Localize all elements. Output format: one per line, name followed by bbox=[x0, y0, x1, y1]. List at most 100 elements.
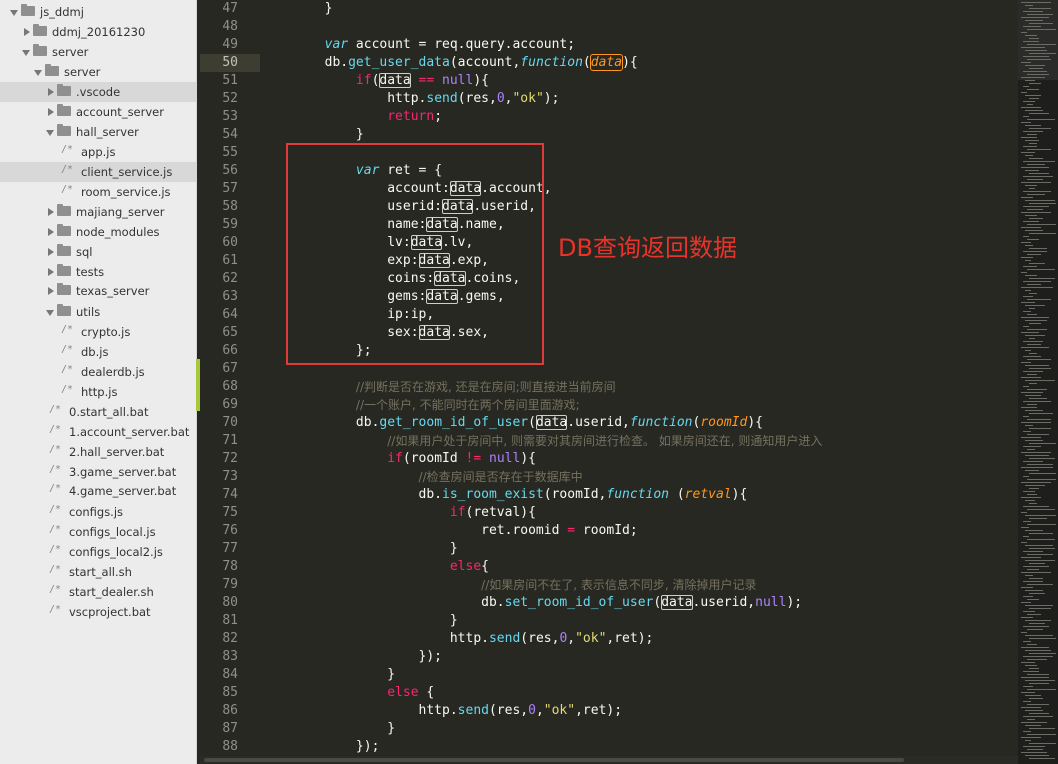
sidebar-folder[interactable]: hall_server bbox=[0, 122, 196, 142]
chevron-down-icon[interactable] bbox=[46, 310, 54, 316]
code-line[interactable]: 82 http.send(res,0,"ok",ret); bbox=[200, 630, 1018, 648]
sidebar-file[interactable]: /* configs_local2.js bbox=[0, 542, 196, 562]
code-editor[interactable]: 47 } 48 49 var account = req.query.account… bbox=[200, 0, 1018, 764]
sidebar-file[interactable]: /* 3.game_server.bat bbox=[0, 462, 196, 482]
code-line[interactable]: 73 //检查房间是否存在于数据库中 bbox=[200, 468, 1018, 486]
code-text[interactable]: if(roomId != null){ bbox=[262, 450, 536, 468]
chevron-right-icon[interactable] bbox=[48, 228, 54, 236]
sidebar-folder[interactable]: node_modules bbox=[0, 222, 196, 242]
code-line[interactable]: 51 if(data == null){ bbox=[200, 72, 1018, 90]
sidebar-folder[interactable]: texas_server bbox=[0, 281, 196, 301]
code-line[interactable]: 81 } bbox=[200, 612, 1018, 630]
chevron-down-icon[interactable] bbox=[10, 10, 18, 16]
sidebar-file[interactable]: /* crypto.js bbox=[0, 322, 196, 342]
chevron-down-icon[interactable] bbox=[22, 50, 30, 56]
sidebar-file[interactable]: /* 2.hall_server.bat bbox=[0, 442, 196, 462]
code-text[interactable]: //检查房间是否存在于数据库中 bbox=[262, 468, 583, 487]
chevron-right-icon[interactable] bbox=[48, 208, 54, 216]
code-line[interactable]: 79 //如果房间不在了, 表示信息不同步, 清除掉用户记录 bbox=[200, 576, 1018, 594]
chevron-right-icon[interactable] bbox=[48, 88, 54, 96]
code-text[interactable]: http.send(res,0,"ok",ret); bbox=[262, 630, 654, 648]
sidebar-folder[interactable]: server bbox=[0, 62, 196, 82]
code-line[interactable]: 68 //判断是否在游戏, 还是在房间;则直接进当前房间 bbox=[200, 378, 1018, 396]
sidebar-file[interactable]: /* 0.start_all.bat bbox=[0, 402, 196, 422]
sidebar-folder[interactable]: js_ddmj bbox=[0, 2, 196, 22]
code-line[interactable]: 78 else{ bbox=[200, 558, 1018, 576]
sidebar-file[interactable]: /* dealerdb.js bbox=[0, 362, 196, 382]
sidebar-folder[interactable]: server bbox=[0, 42, 196, 62]
code-text[interactable]: } bbox=[262, 666, 395, 684]
sidebar-file[interactable]: /* db.js bbox=[0, 342, 196, 362]
sidebar-file[interactable]: /* start_dealer.sh bbox=[0, 582, 196, 602]
chevron-right-icon[interactable] bbox=[48, 108, 54, 116]
code-text[interactable]: ret.roomid = roomId; bbox=[262, 522, 638, 540]
code-text[interactable]: } bbox=[262, 0, 333, 18]
code-line[interactable]: 71 //如果用户处于房间中, 则需要对其房间进行检查。 如果房间还在, 则通知… bbox=[200, 432, 1018, 450]
code-text[interactable]: db.get_user_data(account,function(data){ bbox=[262, 54, 638, 72]
sidebar-file[interactable]: /* room_service.js bbox=[0, 182, 196, 202]
code-text[interactable]: return; bbox=[262, 108, 442, 126]
code-text[interactable]: db.is_room_exist(roomId,function (retval… bbox=[262, 486, 748, 504]
code-line[interactable]: 54 } bbox=[200, 126, 1018, 144]
code-line[interactable]: 53 return; bbox=[200, 108, 1018, 126]
code-line[interactable]: 80 db.set_room_id_of_user(data.userid,nu… bbox=[200, 594, 1018, 612]
horizontal-scrollbar-thumb[interactable] bbox=[204, 758, 904, 762]
sidebar-file[interactable]: /* configs_local.js bbox=[0, 522, 196, 542]
code-text[interactable]: } bbox=[262, 540, 458, 558]
code-line[interactable]: 52 http.send(res,0,"ok"); bbox=[200, 90, 1018, 108]
code-line[interactable]: 72 if(roomId != null){ bbox=[200, 450, 1018, 468]
code-line[interactable]: 48 bbox=[200, 18, 1018, 36]
code-text[interactable]: } bbox=[262, 720, 395, 738]
code-line[interactable]: 75 if(retval){ bbox=[200, 504, 1018, 522]
code-line[interactable]: 74 db.is_room_exist(roomId,function (ret… bbox=[200, 486, 1018, 504]
code-text[interactable]: http.send(res,0,"ok",ret); bbox=[262, 702, 623, 720]
sidebar-file[interactable]: /* configs.js bbox=[0, 502, 196, 522]
sidebar-file[interactable]: /* vscproject.bat bbox=[0, 602, 196, 622]
code-text[interactable]: http.send(res,0,"ok"); bbox=[262, 90, 559, 108]
code-text[interactable]: db.get_room_id_of_user(data.userid,funct… bbox=[262, 414, 763, 432]
sidebar-file[interactable]: /* client_service.js bbox=[0, 162, 196, 182]
code-line[interactable]: 69 //一个账户, 不能同时在两个房间里面游戏; bbox=[200, 396, 1018, 414]
sidebar-folder[interactable]: tests bbox=[0, 262, 196, 282]
sidebar-folder[interactable]: ddmj_20161230 bbox=[0, 22, 196, 42]
sidebar-folder[interactable]: majiang_server bbox=[0, 202, 196, 222]
code-line[interactable]: 88 }); bbox=[200, 738, 1018, 756]
code-text[interactable]: if(retval){ bbox=[262, 504, 536, 522]
code-line[interactable]: 50 db.get_user_data(account,function(dat… bbox=[200, 54, 1018, 72]
code-line[interactable]: 49 var account = req.query.account; bbox=[200, 36, 1018, 54]
minimap[interactable] bbox=[1018, 0, 1058, 764]
code-line[interactable]: 84 } bbox=[200, 666, 1018, 684]
code-line[interactable]: 77 } bbox=[200, 540, 1018, 558]
code-line[interactable]: 83 }); bbox=[200, 648, 1018, 666]
chevron-right-icon[interactable] bbox=[48, 248, 54, 256]
code-text[interactable]: if(data == null){ bbox=[262, 72, 489, 90]
code-text[interactable]: } bbox=[262, 612, 458, 630]
code-line[interactable]: 86 http.send(res,0,"ok",ret); bbox=[200, 702, 1018, 720]
code-text[interactable]: } bbox=[262, 126, 364, 144]
code-line[interactable]: 85 else { bbox=[200, 684, 1018, 702]
sidebar-folder[interactable]: sql bbox=[0, 242, 196, 262]
code-text[interactable]: else { bbox=[262, 684, 434, 702]
code-text[interactable]: db.set_room_id_of_user(data.userid,null)… bbox=[262, 594, 802, 612]
horizontal-scrollbar[interactable] bbox=[200, 756, 1018, 764]
chevron-right-icon[interactable] bbox=[24, 28, 30, 36]
code-text[interactable]: }); bbox=[262, 648, 442, 666]
code-text[interactable]: //一个账户, 不能同时在两个房间里面游戏; bbox=[262, 396, 580, 415]
sidebar-file[interactable]: /* 4.game_server.bat bbox=[0, 481, 196, 501]
sidebar-folder[interactable]: account_server bbox=[0, 102, 196, 122]
code-text[interactable]: //如果用户处于房间中, 则需要对其房间进行检查。 如果房间还在, 则通知用户进… bbox=[262, 432, 822, 451]
chevron-right-icon[interactable] bbox=[48, 287, 54, 295]
sidebar-file[interactable]: /* http.js bbox=[0, 382, 196, 402]
sidebar-file[interactable]: /* start_all.sh bbox=[0, 562, 196, 582]
code-text[interactable]: }); bbox=[262, 738, 380, 756]
sidebar-file[interactable]: /* app.js bbox=[0, 142, 196, 162]
code-text[interactable]: else{ bbox=[262, 558, 489, 576]
code-line[interactable]: 70 db.get_room_id_of_user(data.userid,fu… bbox=[200, 414, 1018, 432]
sidebar-file[interactable]: /* 1.account_server.bat bbox=[0, 422, 196, 442]
code-line[interactable]: 87 } bbox=[200, 720, 1018, 738]
code-text[interactable]: //判断是否在游戏, 还是在房间;则直接进当前房间 bbox=[262, 378, 616, 397]
chevron-down-icon[interactable] bbox=[46, 130, 54, 136]
code-text[interactable]: var account = req.query.account; bbox=[262, 36, 575, 54]
code-line[interactable]: 47 } bbox=[200, 0, 1018, 18]
code-line[interactable]: 76 ret.roomid = roomId; bbox=[200, 522, 1018, 540]
